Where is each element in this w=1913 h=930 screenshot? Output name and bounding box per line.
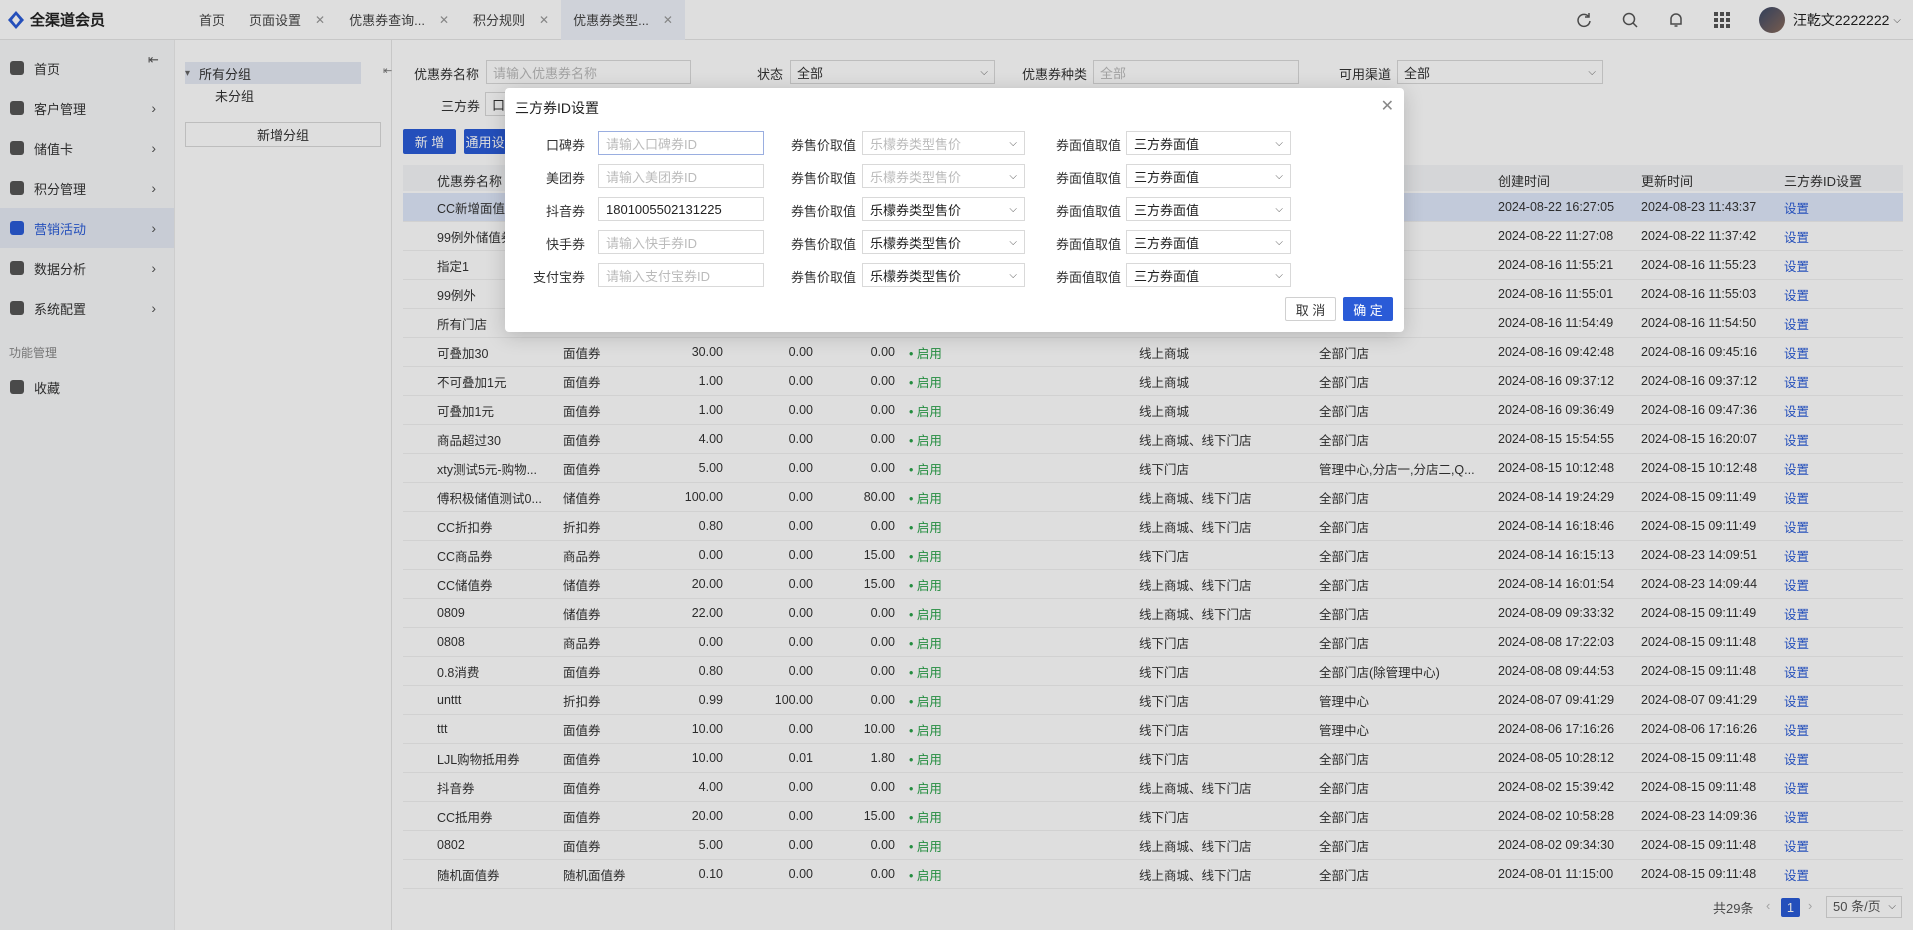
face-value-select[interactable]: 三方券面值 ⌵ (1126, 164, 1291, 188)
price-source-value: 乐檬券类型售价 (870, 235, 962, 251)
dialog-title: 三方券ID设置 (515, 100, 599, 116)
face-value-label: 券面值取值 (1056, 171, 1122, 186)
coupon-id-input[interactable]: 请输入美团券ID (598, 164, 764, 188)
price-source-select[interactable]: 乐檬券类型售价 ⌵ (862, 131, 1025, 155)
face-value-label: 券面值取值 (1056, 270, 1122, 285)
price-source-value: 乐檬券类型售价 (870, 169, 962, 185)
chevron-down-icon: ⌵ (1275, 269, 1283, 281)
price-source-select[interactable]: 乐檬券类型售价 ⌵ (862, 197, 1025, 221)
face-value-value: 三方券面值 (1134, 136, 1200, 152)
coupon-platform-label: 快手券 (545, 237, 585, 252)
coupon-platform-label: 口碑券 (545, 138, 585, 153)
coupon-platform-label: 抖音券 (545, 204, 585, 219)
chevron-down-icon: ⌵ (1009, 269, 1017, 281)
coupon-id-input[interactable]: 请输入支付宝券ID (598, 263, 764, 287)
face-value-value: 三方券面值 (1134, 169, 1200, 185)
face-value-select[interactable]: 三方券面值 ⌵ (1126, 230, 1291, 254)
face-value-select[interactable]: 三方券面值 ⌵ (1126, 263, 1291, 287)
chevron-down-icon: ⌵ (1009, 137, 1017, 149)
coupon-id-input[interactable]: 1801005502131225 (598, 197, 764, 221)
face-value-value: 三方券面值 (1134, 235, 1200, 251)
face-value-label: 券面值取值 (1056, 237, 1122, 252)
price-source-label: 券售价取值 (791, 171, 857, 186)
price-source-select[interactable]: 乐檬券类型售价 ⌵ (862, 230, 1025, 254)
chevron-down-icon: ⌵ (1009, 203, 1017, 215)
price-source-value: 乐檬券类型售价 (870, 136, 962, 152)
price-source-value: 乐檬券类型售价 (870, 202, 962, 218)
cancel-button[interactable]: 取 消 (1285, 297, 1336, 321)
confirm-button[interactable]: 确 定 (1343, 297, 1393, 321)
price-source-label: 券售价取值 (791, 270, 857, 285)
face-value-value: 三方券面值 (1134, 202, 1200, 218)
face-value-select[interactable]: 三方券面值 ⌵ (1126, 197, 1291, 221)
chevron-down-icon: ⌵ (1009, 170, 1017, 182)
face-value-label: 券面值取值 (1056, 138, 1122, 153)
price-source-select[interactable]: 乐檬券类型售价 ⌵ (862, 263, 1025, 287)
coupon-id-input[interactable]: 请输入快手券ID (598, 230, 764, 254)
chevron-down-icon: ⌵ (1275, 236, 1283, 248)
price-source-label: 券售价取值 (791, 237, 857, 252)
coupon-id-input[interactable]: 请输入口碑券ID (598, 131, 764, 155)
price-source-select[interactable]: 乐檬券类型售价 ⌵ (862, 164, 1025, 188)
face-value-value: 三方券面值 (1134, 268, 1200, 284)
price-source-label: 券售价取值 (791, 138, 857, 153)
chevron-down-icon: ⌵ (1275, 203, 1283, 215)
close-icon[interactable]: ✕ (1381, 96, 1394, 116)
coupon-platform-label: 美团券 (545, 171, 585, 186)
price-source-label: 券售价取值 (791, 204, 857, 219)
chevron-down-icon: ⌵ (1009, 236, 1017, 248)
chevron-down-icon: ⌵ (1275, 170, 1283, 182)
face-value-select[interactable]: 三方券面值 ⌵ (1126, 131, 1291, 155)
price-source-value: 乐檬券类型售价 (870, 268, 962, 284)
face-value-label: 券面值取值 (1056, 204, 1122, 219)
third-party-id-dialog: 三方券ID设置 ✕ 口碑券 请输入口碑券ID 券售价取值 乐檬券类型售价 ⌵ 券面值取值三… (505, 88, 1404, 332)
chevron-down-icon: ⌵ (1275, 137, 1283, 149)
coupon-platform-label: 支付宝券 (532, 270, 585, 285)
